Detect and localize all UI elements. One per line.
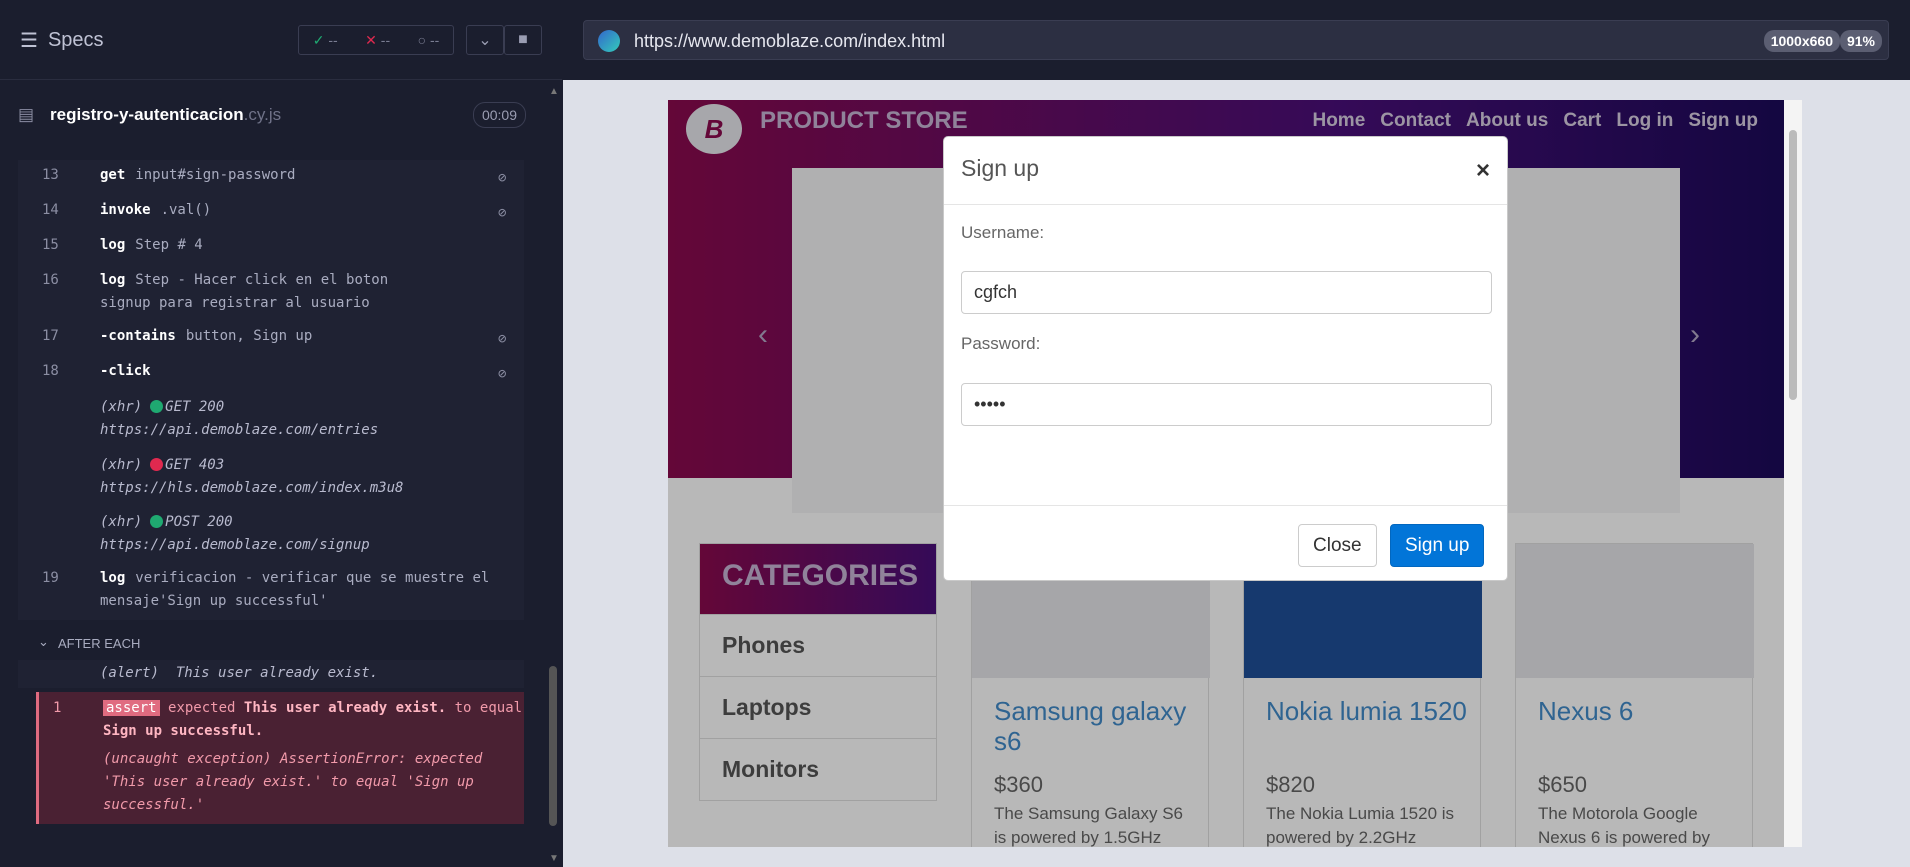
error-line-number: 1 [53,700,62,716]
spec-file-name: registro-y-autenticacion.cy.js [50,105,282,124]
pending-stat: ○ -- [417,32,440,48]
status-dot [150,458,164,471]
eye-hidden-icon: ⊘ [498,331,507,347]
spec-duration: 00:09 [472,102,526,128]
check-icon: ✓ [312,31,325,48]
signup-modal: Sign up × Username: cgfch Password: ••••… [943,136,1508,581]
spec-file-header: ▤ registro-y-autenticacion.cy.js 00:09 [18,98,526,134]
url-input[interactable]: https://www.demoblaze.com/index.html 100… [583,20,1889,60]
eye-hidden-icon: ⊘ [498,205,507,221]
browser-url-bar: https://www.demoblaze.com/index.html 100… [563,0,1910,80]
cross-icon: ✕ [365,31,377,48]
passed-stat: ✓ -- [312,31,338,48]
zoom-level: 91% [1839,30,1882,52]
alert-row[interactable]: (alert) This user already exist. [18,660,524,688]
stop-icon: ■ [518,31,528,48]
circle-icon: ○ [417,32,427,48]
assert-badge: assert [103,700,160,716]
app-preview: https://www.demoblaze.com/index.html 100… [563,0,1910,867]
after-each-header[interactable]: ⌄ AFTER EACH [18,628,524,658]
edge-icon [598,30,620,52]
assertion-error[interactable]: 1 assert expected This user already exis… [36,692,524,824]
exception-message: (uncaught exception) AssertionError: exp… [103,751,483,813]
url-text: https://www.demoblaze.com/index.html [634,31,946,51]
close-button[interactable]: Close [1298,524,1377,567]
eye-hidden-icon: ⊘ [498,170,507,186]
username-input[interactable]: cgfch [961,271,1492,314]
modal-title: Sign up [944,137,1507,205]
dropdown-button[interactable]: ⌄ [466,25,504,55]
chevron-down-icon: ⌄ [478,32,492,49]
specs-label: Specs [47,29,104,51]
status-dot [150,400,164,413]
cypress-runner-panel: ☰ Specs ✓ -- ✕ -- ○ -- ⌄ ■ ▤ registro-y-… [0,0,562,867]
runner-scrollbar[interactable]: ▲ ▼ [546,86,560,866]
stop-button[interactable]: ■ [504,25,542,55]
after-each-label: AFTER EACH [58,636,141,651]
chevron-down-icon: ⌄ [38,634,49,649]
document-icon: ▤ [18,105,35,124]
specs-toggle[interactable]: ☰ Specs [20,28,104,53]
viewport-size: 1000x660 [1763,30,1840,52]
modal-footer: Close Sign up [944,505,1507,581]
status-dot [150,515,164,528]
menu-icon: ☰ [20,30,38,52]
assert-message: assert expected This user already exist.… [103,700,523,739]
close-icon[interactable]: × [1476,157,1490,185]
stats-bar: ✓ -- ✕ -- ○ -- [298,25,454,55]
signup-button[interactable]: Sign up [1390,524,1485,567]
password-label: Password: [961,334,1041,353]
eye-hidden-icon: ⊘ [498,366,507,382]
command-log: 13 get input#sign-password ⊘ 14 invoke .val()… [18,160,524,620]
username-label: Username: [961,223,1045,242]
runner-header: ☰ Specs ✓ -- ✕ -- ○ -- ⌄ ■ [0,0,562,80]
password-input[interactable]: ••••• [961,383,1492,426]
failed-stat: ✕ -- [365,31,391,48]
iframe-scrollbar[interactable] [1784,100,1802,847]
